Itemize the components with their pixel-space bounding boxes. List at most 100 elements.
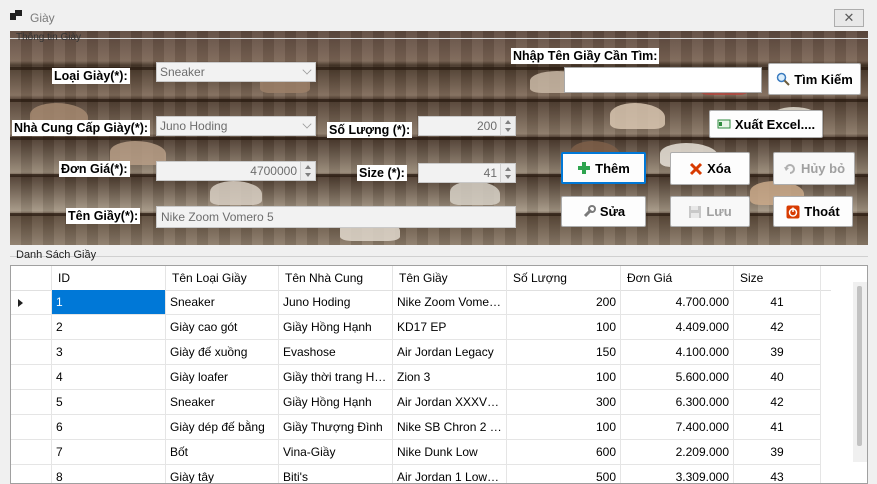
table-cell[interactable]: 200: [507, 290, 621, 315]
table-cell[interactable]: 3.309.000: [621, 465, 734, 483]
table-cell[interactable]: 8: [52, 465, 166, 483]
table-cell[interactable]: 150: [507, 340, 621, 365]
exit-button[interactable]: Thoát: [773, 196, 853, 227]
close-button[interactable]: ✕: [834, 9, 864, 27]
edit-button[interactable]: Sửa: [561, 196, 646, 227]
spin-down-icon[interactable]: [505, 175, 511, 179]
table-cell[interactable]: 100: [507, 315, 621, 340]
scrollbar-thumb[interactable]: [857, 286, 862, 446]
table-cell[interactable]: 7.400.000: [621, 415, 734, 440]
table-cell[interactable]: 42: [734, 315, 821, 340]
table-cell[interactable]: 41: [734, 415, 821, 440]
table-cell[interactable]: Giày loafer: [166, 365, 279, 390]
spin-buttons[interactable]: [500, 164, 515, 182]
delete-button[interactable]: Xóa: [670, 152, 750, 185]
so-luong-spinner[interactable]: 200: [418, 116, 516, 136]
column-header-loai-giay[interactable]: Tên Loại Giầy: [166, 266, 279, 290]
table-row[interactable]: 2 Giày cao gót Giầy Hồng Hạnh KD17 EP 100 4.4…: [11, 315, 831, 340]
size-spinner[interactable]: 41: [418, 163, 516, 183]
table-cell[interactable]: 41: [734, 290, 821, 315]
table-cell[interactable]: 42: [734, 390, 821, 415]
table-cell[interactable]: Giầy Hồng Hạnh: [279, 390, 393, 415]
cancel-button[interactable]: Hủy bỏ: [773, 152, 855, 185]
table-cell[interactable]: 600: [507, 440, 621, 465]
row-header-cell[interactable]: [11, 390, 52, 415]
shoe-data-grid[interactable]: ID Tên Loại Giầy Tên Nhà Cung Tên Giầy S…: [10, 265, 868, 484]
table-cell[interactable]: Biti's: [279, 465, 393, 483]
table-cell[interactable]: Vina-Giầy: [279, 440, 393, 465]
table-cell[interactable]: Juno Hoding: [279, 290, 393, 315]
column-header-ten-giay[interactable]: Tên Giầy: [393, 266, 507, 290]
table-cell[interactable]: 4.700.000: [621, 290, 734, 315]
table-cell[interactable]: 39: [734, 440, 821, 465]
table-row[interactable]: 3 Giày đế xuồng Evashose Air Jordan Legacy 1…: [11, 340, 831, 365]
spin-down-icon[interactable]: [505, 128, 511, 132]
add-button[interactable]: Thêm: [561, 152, 646, 184]
column-header-so-luong[interactable]: Số Lượng: [507, 266, 621, 290]
table-cell[interactable]: Nike Zoom Vomer...: [393, 290, 507, 315]
table-cell[interactable]: 6.300.000: [621, 390, 734, 415]
table-cell[interactable]: Giày đế xuồng: [166, 340, 279, 365]
search-input[interactable]: [564, 67, 762, 93]
table-row[interactable]: 4 Giày loafer Giầy thời trang Hạ... Zion 31…: [11, 365, 831, 390]
table-cell[interactable]: Giày tây: [166, 465, 279, 483]
table-cell[interactable]: Sneaker: [166, 290, 279, 315]
table-cell[interactable]: Nike Dunk Low: [393, 440, 507, 465]
column-header-id[interactable]: ID: [52, 266, 166, 290]
row-header-cell[interactable]: [11, 440, 52, 465]
table-cell[interactable]: 100: [507, 365, 621, 390]
table-cell[interactable]: 1: [52, 290, 166, 315]
don-gia-spinner[interactable]: 4700000: [156, 161, 316, 181]
table-cell[interactable]: 6: [52, 415, 166, 440]
row-header-cell[interactable]: [11, 415, 52, 440]
table-cell[interactable]: 39: [734, 340, 821, 365]
row-header-cell[interactable]: [11, 340, 52, 365]
table-cell[interactable]: 2: [52, 315, 166, 340]
spin-buttons[interactable]: [300, 162, 315, 180]
table-cell[interactable]: Giầy thời trang Hạ...: [279, 365, 393, 390]
table-cell[interactable]: Air Jordan Legacy: [393, 340, 507, 365]
table-cell[interactable]: 4.100.000: [621, 340, 734, 365]
table-cell[interactable]: Giầy Hồng Hạnh: [279, 315, 393, 340]
table-cell[interactable]: 300: [507, 390, 621, 415]
table-cell[interactable]: KD17 EP: [393, 315, 507, 340]
table-row[interactable]: 7 Bốt Vina-Giầy Nike Dunk Low 600 2.209.000 39: [11, 440, 831, 465]
table-cell[interactable]: Evashose: [279, 340, 393, 365]
column-header-nha-cung[interactable]: Tên Nhà Cung: [279, 266, 393, 290]
table-cell[interactable]: Air Jordan 1 Low S...: [393, 465, 507, 483]
table-cell[interactable]: 4: [52, 365, 166, 390]
table-cell[interactable]: Giầy Thượng Đình: [279, 415, 393, 440]
table-cell[interactable]: Nike SB Chron 2 C...: [393, 415, 507, 440]
table-cell[interactable]: Bốt: [166, 440, 279, 465]
export-excel-button[interactable]: Xuất Excel....: [709, 110, 823, 138]
table-cell[interactable]: 40: [734, 365, 821, 390]
spin-up-icon[interactable]: [505, 120, 511, 124]
row-header-cell[interactable]: [11, 465, 52, 483]
row-header-cell[interactable]: [11, 315, 52, 340]
table-cell[interactable]: Air Jordan XXXVIII ...: [393, 390, 507, 415]
table-cell[interactable]: Sneaker: [166, 390, 279, 415]
spin-up-icon[interactable]: [505, 167, 511, 171]
table-row[interactable]: 8 Giày tây Biti's Air Jordan 1 Low S... 500 3…: [11, 465, 831, 483]
table-cell[interactable]: 4.409.000: [621, 315, 734, 340]
row-header-cell[interactable]: [11, 290, 52, 315]
table-cell[interactable]: 5: [52, 390, 166, 415]
table-cell[interactable]: 2.209.000: [621, 440, 734, 465]
ten-giay-field[interactable]: Nike Zoom Vomero 5: [156, 206, 516, 228]
spin-buttons[interactable]: [500, 117, 515, 135]
table-row[interactable]: 1 Sneaker Juno Hoding Nike Zoom Vomer... 200…: [11, 290, 831, 315]
table-cell[interactable]: Giày cao gót: [166, 315, 279, 340]
table-cell[interactable]: 7: [52, 440, 166, 465]
row-header-cell[interactable]: [11, 365, 52, 390]
table-row[interactable]: 5 Sneaker Giầy Hồng Hạnh Air Jordan XXXVIII…: [11, 390, 831, 415]
table-cell[interactable]: Zion 3: [393, 365, 507, 390]
loai-giay-combobox[interactable]: Sneaker: [156, 62, 316, 82]
column-header-don-gia[interactable]: Đơn Giá: [621, 266, 734, 290]
table-cell[interactable]: 100: [507, 415, 621, 440]
search-button[interactable]: Tìm Kiếm: [768, 63, 861, 95]
table-cell[interactable]: 43: [734, 465, 821, 483]
vertical-scrollbar[interactable]: [853, 282, 867, 462]
spin-up-icon[interactable]: [305, 165, 311, 169]
table-cell[interactable]: 5.600.000: [621, 365, 734, 390]
table-cell[interactable]: 500: [507, 465, 621, 483]
